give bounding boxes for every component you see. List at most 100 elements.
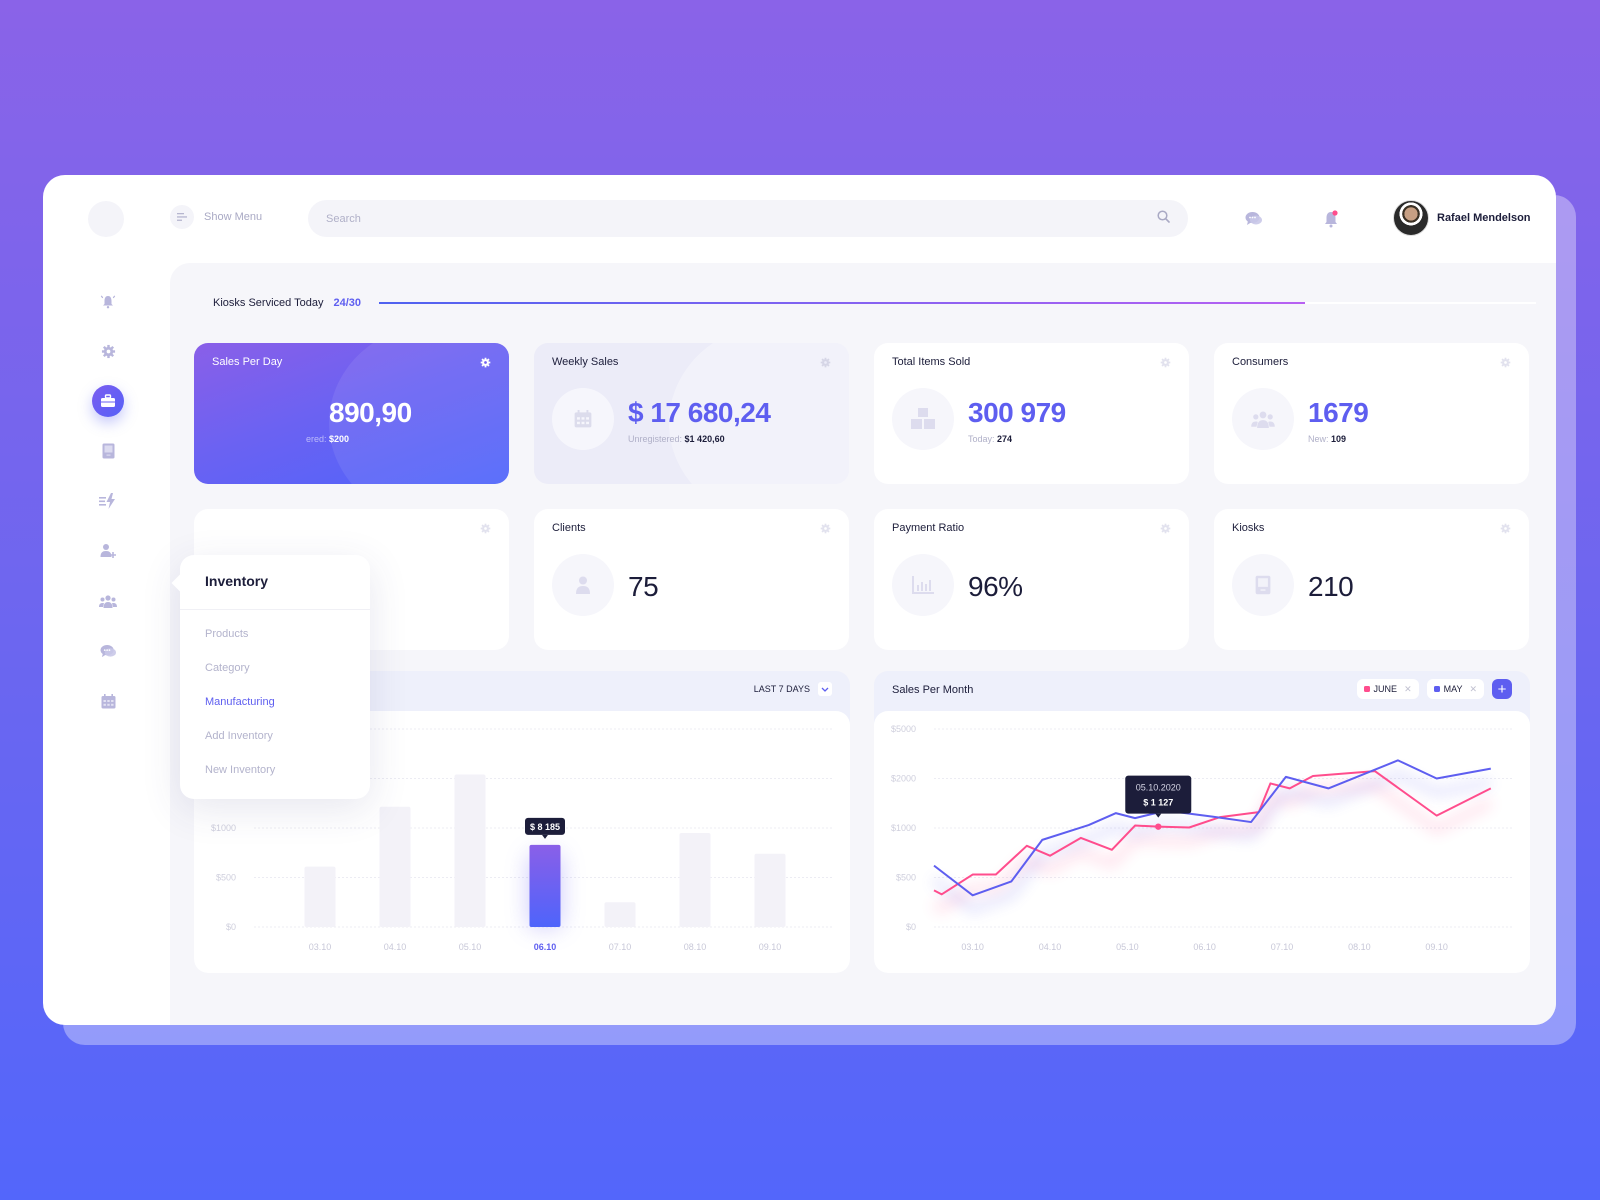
legend-chip-may[interactable]: MAY ✕	[1426, 679, 1484, 699]
x-tick-label: 09.10	[759, 942, 782, 952]
close-icon[interactable]: ✕	[1404, 684, 1412, 695]
x-tick-label: 03.10	[961, 942, 984, 952]
kiosk-icon	[102, 443, 114, 459]
tooltip-date: 05.10.2020	[1136, 783, 1181, 793]
card-value: 890,90	[329, 397, 412, 428]
kiosks-progress-bar	[379, 302, 1536, 304]
notifications-icon[interactable]	[1320, 208, 1342, 230]
card-payment-ratio[interactable]: Payment Ratio 96%	[874, 509, 1189, 650]
card-sales-per-day[interactable]: Sales Per Day 890,90 ered: $200	[194, 343, 509, 484]
x-tick-label: 05.10	[1116, 942, 1139, 952]
card-total-items-sold[interactable]: Total Items Sold 300 979 Today: 274	[874, 343, 1189, 484]
legend-chip-june[interactable]: JUNE ✕	[1356, 679, 1419, 699]
sidebar-item-settings[interactable]	[92, 335, 124, 367]
card-icon-circle	[552, 388, 614, 450]
tooltip-value: $ 1 127	[1143, 798, 1173, 808]
card-subvalue: Unregistered: $1 420,60	[628, 434, 725, 444]
sidebar-item-add-user[interactable]	[92, 535, 124, 567]
sidebar-item-chat[interactable]	[92, 635, 124, 667]
gear-icon[interactable]	[820, 355, 831, 373]
card-value: $ 17 680,24	[628, 397, 771, 428]
card-icon-circle	[552, 554, 614, 616]
menu-item-add-inventory[interactable]: Add Inventory	[205, 730, 273, 742]
divider	[180, 609, 370, 610]
search-input[interactable]	[326, 212, 1157, 225]
x-tick-label: 07.10	[609, 942, 632, 952]
close-icon[interactable]: ✕	[1469, 684, 1477, 695]
flash-list-icon	[99, 493, 115, 509]
sidebar-item-activity[interactable]	[92, 485, 124, 517]
menu-item-category[interactable]: Category	[205, 662, 250, 674]
avatar	[1393, 200, 1429, 236]
search-bar	[308, 200, 1188, 237]
card-consumers[interactable]: Consumers 1679 New: 109	[1214, 343, 1529, 484]
kiosks-serviced-label: Kiosks Serviced Today	[213, 297, 324, 309]
card-value: 96%	[968, 571, 1023, 602]
add-series-button[interactable]: +	[1492, 679, 1512, 699]
card-title: Sales Per Day	[212, 356, 283, 368]
logo[interactable]	[88, 201, 124, 237]
messages-icon[interactable]	[1243, 208, 1265, 230]
gear-icon[interactable]	[1160, 355, 1171, 373]
users-group-icon	[99, 594, 117, 608]
card-value: 1679	[1308, 397, 1369, 428]
line-tooltip: 05.10.2020 $ 1 127	[1125, 775, 1192, 818]
tooltip-pointer	[1155, 813, 1162, 818]
chevron-down-icon	[818, 682, 832, 696]
sidebar-item-alerts[interactable]	[92, 285, 124, 317]
menu-item-new-inventory[interactable]: New Inventory	[205, 764, 275, 776]
card-clients[interactable]: Clients 75	[534, 509, 849, 650]
bar	[379, 806, 411, 927]
gear-icon[interactable]	[480, 355, 491, 373]
bar	[529, 844, 561, 927]
boxes-icon	[911, 408, 935, 429]
search-icon[interactable]	[1157, 209, 1170, 228]
card-value: 210	[1308, 571, 1354, 602]
menu-item-manufacturing[interactable]: Manufacturing	[205, 696, 275, 708]
show-menu-label: Show Menu	[204, 211, 263, 223]
sidebar-item-users[interactable]	[92, 585, 124, 617]
x-tick-label: 07.10	[1271, 942, 1294, 952]
tooltip-pointer	[542, 834, 548, 839]
card-sub-label: ered:	[306, 434, 327, 444]
bar	[304, 866, 336, 927]
card-title: Consumers	[1232, 356, 1289, 368]
gear-icon[interactable]	[820, 521, 831, 539]
tooltip-box	[1125, 775, 1192, 814]
gear-icon[interactable]	[1500, 355, 1511, 373]
show-menu-button[interactable]: Show Menu	[170, 205, 262, 229]
dashboard-window: Show Menu Rafael Mendelson	[43, 175, 1556, 1025]
users-group-icon	[1251, 411, 1275, 428]
tooltip-text: $ 8 185	[530, 822, 560, 832]
range-dropdown[interactable]: LAST 7 DAYS	[754, 682, 832, 696]
card-title: Payment Ratio	[892, 522, 965, 534]
kiosk-icon	[1255, 575, 1271, 595]
sidebar-item-kiosks[interactable]	[92, 435, 124, 467]
card-kiosks[interactable]: Kiosks 210	[1214, 509, 1529, 650]
sidebar-item-calendar[interactable]	[92, 685, 124, 717]
bar	[679, 832, 711, 927]
legend-swatch	[1433, 686, 1440, 692]
chart-legend: JUNE ✕ MAY ✕ +	[1356, 679, 1512, 699]
bar	[454, 774, 486, 927]
user-profile[interactable]: Rafael Mendelson	[1393, 200, 1531, 236]
user-icon	[576, 576, 590, 594]
card-title: Kiosks	[1232, 522, 1265, 534]
menu-item-products[interactable]: Products	[205, 628, 248, 640]
gear-icon[interactable]	[480, 521, 491, 539]
chat-icon	[100, 644, 116, 657]
card-icon-circle	[1232, 388, 1294, 450]
gear-icon[interactable]	[1160, 521, 1171, 539]
gear-icon[interactable]	[1500, 521, 1511, 539]
card-icon-circle	[892, 388, 954, 450]
bell-alert-icon	[100, 295, 116, 309]
card-subvalue: Today: 274	[968, 434, 1012, 444]
legend-swatch	[1363, 686, 1370, 692]
card-sub-value: 109	[1331, 434, 1347, 444]
card-weekly-sales[interactable]: Weekly Sales $ 17 680,24 Unregistered: $…	[534, 343, 849, 484]
x-tick-label: 08.10	[684, 942, 707, 952]
sidebar-item-inventory[interactable]	[92, 385, 124, 417]
sales-per-month-panel: Sales Per Month JUNE ✕ MAY ✕ + $0 $500 $10…	[874, 671, 1530, 973]
x-tick-label: 06.10	[1193, 942, 1216, 952]
panel-title: Sales Per Month	[892, 684, 974, 696]
